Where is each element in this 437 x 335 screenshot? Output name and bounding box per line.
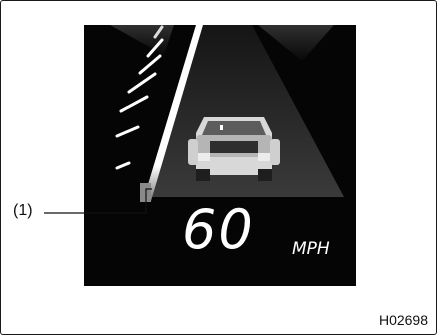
- indicator-segment: [115, 125, 140, 138]
- callout-label: (1): [13, 202, 33, 219]
- figure-frame: 60 MPH (1) H02698: [0, 0, 437, 335]
- indicator-segment: [138, 54, 162, 75]
- car-rear-icon: [188, 117, 280, 181]
- right-lane-shadow: [258, 25, 334, 61]
- indicator-segment: [119, 95, 149, 113]
- indicator-segment: [127, 72, 157, 94]
- speed-readout: 60: [182, 198, 255, 261]
- speed-unit: MPH: [292, 239, 330, 259]
- indicator-segment: [115, 161, 131, 170]
- left-lane-shadow: [110, 25, 174, 55]
- callout-leader-line: [44, 188, 152, 214]
- figure-code: H02698: [378, 312, 428, 328]
- speed-indicator: [115, 25, 164, 170]
- head-up-display: 60 MPH: [84, 25, 356, 286]
